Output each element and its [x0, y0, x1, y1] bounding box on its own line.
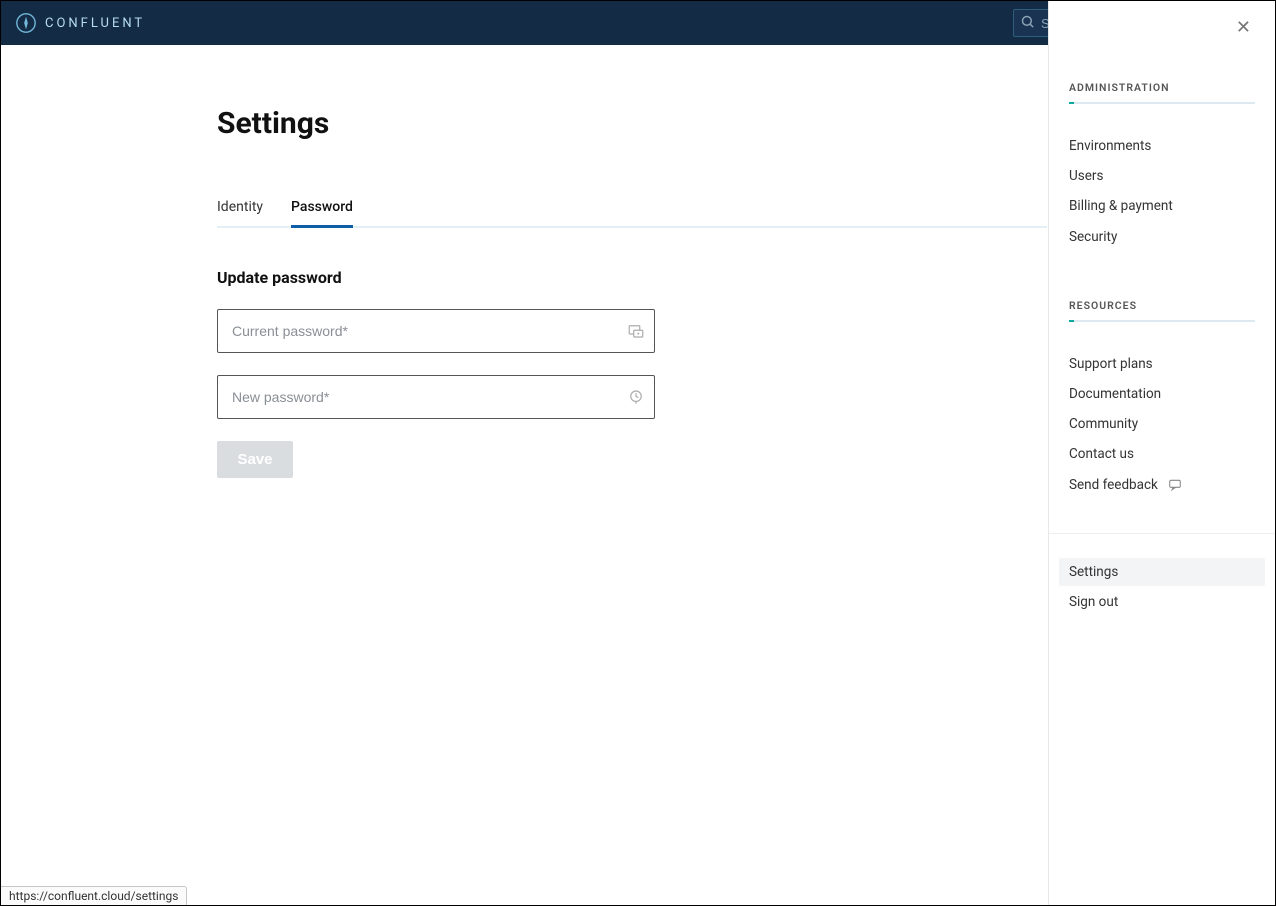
panel-link-signout[interactable]: Sign out [1069, 588, 1255, 616]
panel-section-admin-title: ADMINISTRATION [1069, 81, 1255, 94]
divider [1069, 102, 1255, 104]
search-icon [1020, 14, 1035, 33]
panel-section-resources-title: RESOURCES [1069, 299, 1255, 312]
close-icon[interactable]: ✕ [1236, 19, 1251, 37]
brand-name: CONFLUENT [45, 16, 145, 31]
save-button[interactable]: Save [217, 441, 293, 478]
panel-link-billing[interactable]: Billing & payment [1069, 192, 1255, 220]
panel-link-community[interactable]: Community [1069, 410, 1255, 438]
compass-icon [15, 12, 37, 34]
password-suggest-icon[interactable] [627, 388, 645, 406]
tab-identity[interactable]: Identity [217, 199, 263, 228]
side-panel: ✕ ADMINISTRATION Environments Users Bill… [1048, 1, 1275, 905]
panel-link-support[interactable]: Support plans [1069, 350, 1255, 378]
panel-link-environments[interactable]: Environments [1069, 132, 1255, 160]
panel-link-label: Send feedback [1069, 477, 1158, 493]
tabs: Identity Password [217, 197, 1047, 228]
panel-link-security[interactable]: Security [1069, 223, 1255, 251]
brand-logo[interactable]: CONFLUENT [15, 12, 145, 34]
main-content: Settings Identity Password Update passwo… [1, 46, 1048, 905]
panel-link-docs[interactable]: Documentation [1069, 380, 1255, 408]
new-password-input[interactable] [217, 375, 655, 419]
chat-icon [1168, 478, 1182, 492]
divider [1069, 320, 1255, 322]
password-manager-icon[interactable] [627, 322, 645, 340]
panel-link-contact[interactable]: Contact us [1069, 440, 1255, 468]
section-heading: Update password [217, 268, 1048, 287]
panel-link-settings[interactable]: Settings [1059, 558, 1265, 586]
tab-password[interactable]: Password [291, 199, 353, 228]
panel-bottom: Settings Sign out [1049, 533, 1275, 616]
current-password-input[interactable] [217, 309, 655, 353]
panel-link-users[interactable]: Users [1069, 162, 1255, 190]
page-title: Settings [217, 106, 1048, 141]
panel-link-feedback[interactable]: Send feedback [1069, 471, 1255, 499]
status-bar-url: https://confluent.cloud/settings [1, 886, 187, 905]
